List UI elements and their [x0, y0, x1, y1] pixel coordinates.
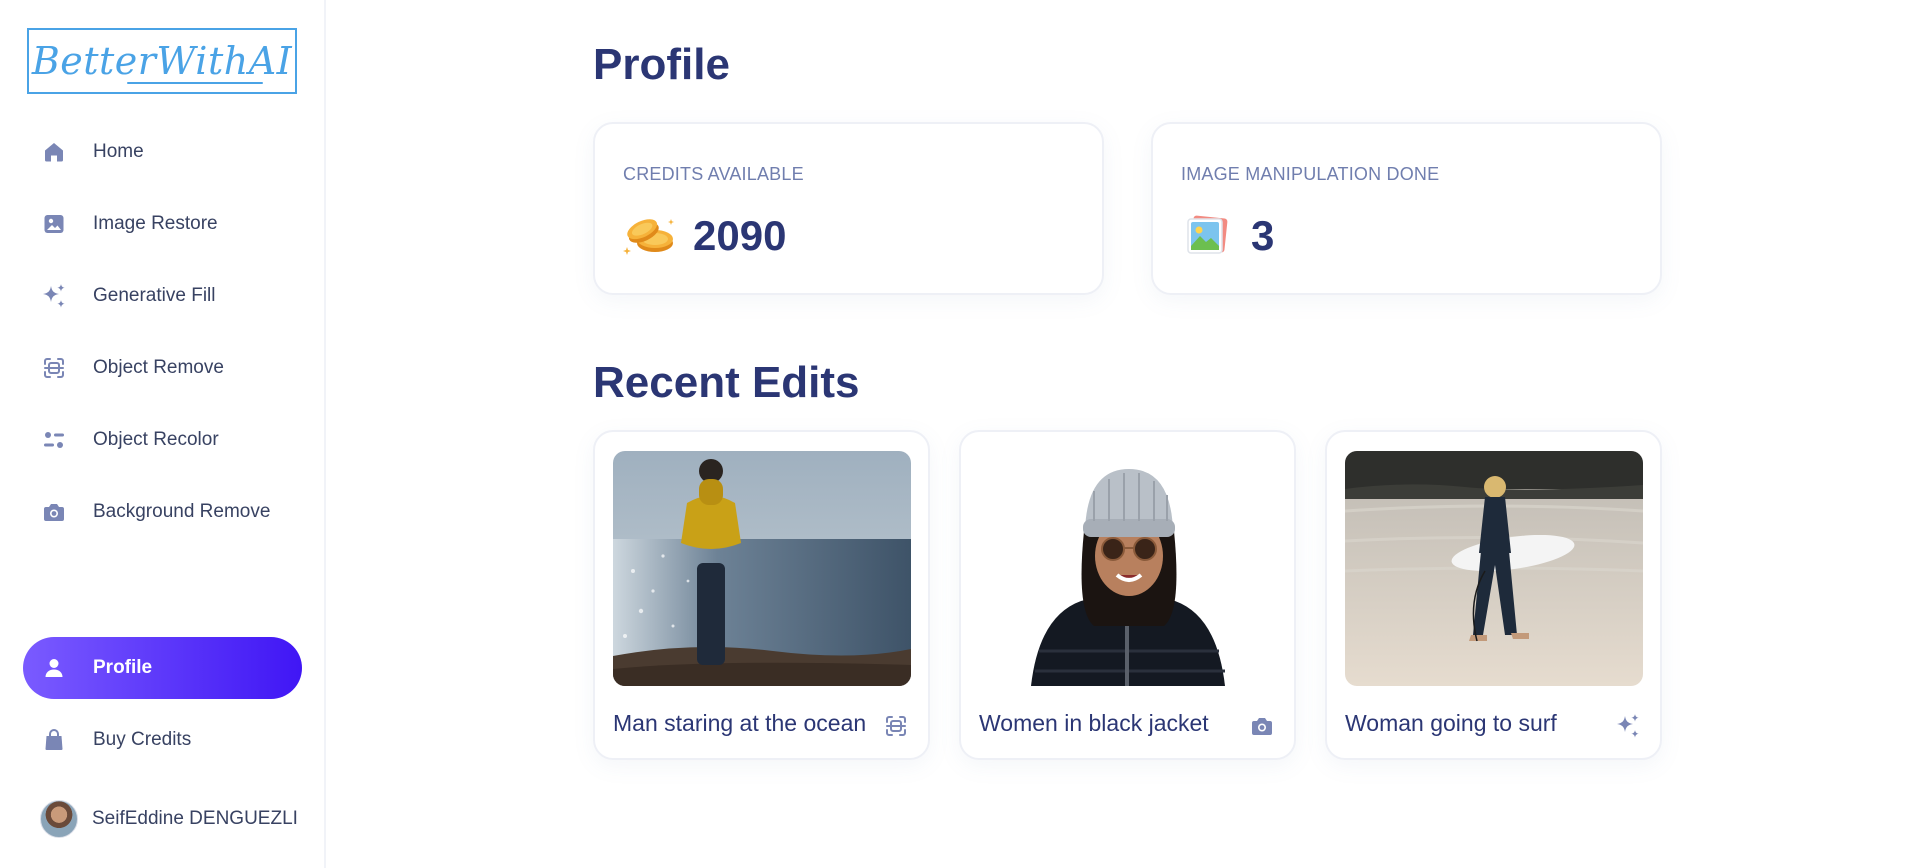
sidebar-item-label: Generative Fill — [93, 285, 216, 306]
camera-icon — [1248, 712, 1276, 740]
sidebar-item-profile[interactable]: Profile — [23, 637, 302, 699]
stat-row: 3 — [1179, 210, 1274, 262]
sidebar: BetterWithAI Home Image Restore Generati… — [0, 0, 326, 868]
sidebar-item-image-restore[interactable]: Image Restore — [23, 193, 302, 255]
scan-icon — [40, 354, 68, 382]
sidebar-item-label: Image Restore — [93, 213, 218, 234]
recent-edit-card[interactable]: Women in black jacket — [959, 430, 1296, 760]
user-name: SeifEddine DENGUEZLI — [92, 808, 298, 829]
brand-logo-text: BetterWithAI — [31, 39, 293, 83]
scan-icon — [882, 712, 910, 740]
sidebar-item-home[interactable]: Home — [23, 121, 302, 183]
recent-edit-card[interactable]: Man staring at the ocean — [593, 430, 930, 760]
sidebar-item-label: Buy Credits — [93, 729, 192, 750]
manipulations-value: 3 — [1251, 212, 1275, 259]
sparkles-icon — [1614, 712, 1642, 740]
stat-label: CREDITS AVAILABLE — [623, 164, 804, 184]
edit-title: Women in black jacket — [979, 710, 1209, 736]
manipulations-card: IMAGE MANIPULATION DONE 3 — [1151, 122, 1662, 295]
coins-icon — [621, 210, 677, 262]
sparkles-icon — [40, 282, 68, 310]
sidebar-item-label: Object Recolor — [93, 429, 219, 450]
sidebar-item-generative-fill[interactable]: Generative Fill — [23, 265, 302, 327]
stat-label: IMAGE MANIPULATION DONE — [1181, 164, 1440, 184]
sidebar-item-label: Profile — [93, 657, 153, 678]
user-profile[interactable]: SeifEddine DENGUEZLI — [40, 800, 298, 838]
edit-thumbnail[interactable] — [979, 451, 1277, 686]
sliders-icon — [40, 426, 68, 454]
credits-value: 2090 — [693, 212, 787, 259]
edit-thumbnail[interactable] — [1345, 451, 1643, 686]
sidebar-item-label: Home — [93, 141, 144, 162]
sidebar-item-buy-credits[interactable]: Buy Credits — [23, 709, 302, 771]
user-icon — [40, 654, 68, 682]
avatar — [40, 800, 78, 838]
credits-card: CREDITS AVAILABLE 2090 — [593, 122, 1104, 295]
bag-icon — [40, 726, 68, 754]
stat-row: 2090 — [621, 210, 786, 262]
image-icon — [40, 210, 68, 238]
photos-icon — [1179, 210, 1235, 262]
sidebar-item-label: Object Remove — [93, 357, 224, 378]
edit-thumbnail[interactable] — [613, 451, 911, 686]
sidebar-item-object-recolor[interactable]: Object Recolor — [23, 409, 302, 471]
edit-title: Man staring at the ocean — [613, 710, 867, 736]
recent-edit-card[interactable]: Woman going to surf — [1325, 430, 1662, 760]
sidebar-item-label: Background Remove — [93, 501, 271, 522]
recent-edits-title: Recent Edits — [593, 358, 860, 407]
camera-icon — [40, 498, 68, 526]
sidebar-item-background-remove[interactable]: Background Remove — [23, 481, 302, 543]
brand-logo[interactable]: BetterWithAI — [27, 28, 297, 94]
edit-title: Woman going to surf — [1345, 710, 1557, 736]
logo-underline — [127, 82, 263, 84]
sidebar-item-object-remove[interactable]: Object Remove — [23, 337, 302, 399]
home-icon — [40, 138, 68, 166]
page-title: Profile — [593, 40, 730, 89]
